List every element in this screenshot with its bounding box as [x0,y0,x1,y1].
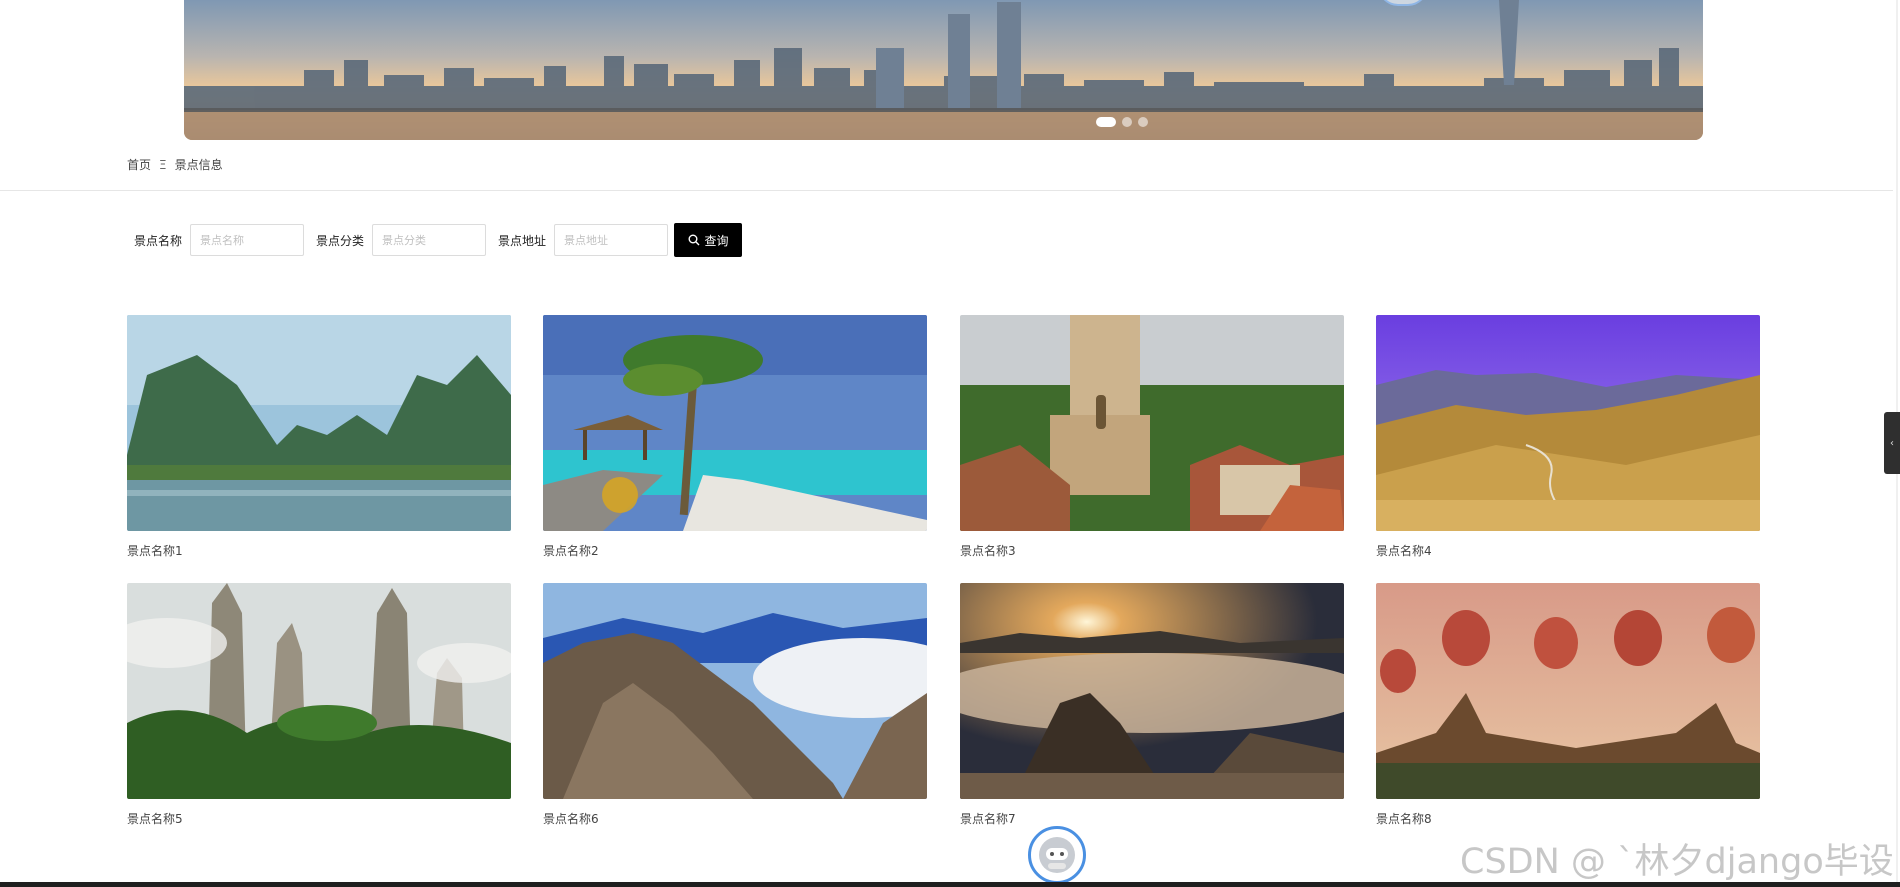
spot-name[interactable]: 景点名称1 [127,542,511,559]
breadcrumb: 首页 Ξ 景点信息 [127,156,223,173]
spot-address-label: 景点地址 [498,233,547,248]
breadcrumb-current: 景点信息 [174,158,223,172]
spot-address-input[interactable] [554,224,669,256]
spot-name[interactable]: 景点名称6 [543,810,927,827]
search-form: 景点名称 景点分类 景点地址 查询 [134,223,743,257]
carousel-dots [1096,117,1148,127]
robot-avatar-icon [1039,837,1075,873]
spot-name[interactable]: 景点名称3 [960,542,1344,559]
search-button-label: 查询 [704,233,729,248]
search-icon [688,234,700,246]
spot-name[interactable]: 景点名称2 [543,542,927,559]
spot-name-label: 景点名称 [134,233,183,248]
spot-name[interactable]: 景点名称5 [127,810,511,827]
city-skyline-image [184,0,1703,140]
spot-card[interactable]: 景点名称3 [960,315,1344,559]
spot-card[interactable]: 景点名称6 [543,583,927,827]
spot-name[interactable]: 景点名称7 [960,810,1344,827]
spot-image[interactable] [127,583,511,799]
bottom-bar [0,882,1900,887]
floating-chat-avatar[interactable] [1028,826,1086,884]
carousel-dot-1[interactable] [1096,117,1116,127]
spot-image[interactable] [1376,583,1760,799]
spot-name[interactable]: 景点名称4 [1376,542,1760,559]
spot-image[interactable] [960,315,1344,531]
spot-card[interactable]: 景点名称7 [960,583,1344,827]
watermark: CSDN @ `林夕django毕设 [1460,842,1894,882]
spot-name-input[interactable] [190,224,305,256]
chevron-left-icon: ‹ [1890,437,1894,449]
breadcrumb-separator-icon: Ξ [159,157,167,172]
spot-image[interactable] [543,315,927,531]
spot-image[interactable] [127,315,511,531]
spot-image[interactable] [1376,315,1760,531]
spot-card[interactable]: 景点名称1 [127,315,511,559]
spot-card[interactable]: 景点名称4 [1376,315,1760,559]
search-button[interactable]: 查询 [674,223,743,257]
breadcrumb-home-link[interactable]: 首页 [127,156,151,173]
spot-card[interactable]: 景点名称8 [1376,583,1760,827]
spot-name[interactable]: 景点名称8 [1376,810,1760,827]
spot-image[interactable] [960,583,1344,799]
carousel-dot-2[interactable] [1122,117,1132,127]
spot-image[interactable] [543,583,927,799]
divider [0,190,1893,191]
hero-banner[interactable] [184,0,1703,140]
spot-card[interactable]: 景点名称5 [127,583,511,827]
spot-category-input[interactable] [372,224,487,256]
spot-category-label: 景点分类 [316,233,365,248]
carousel-dot-3[interactable] [1138,117,1148,127]
side-panel-toggle[interactable]: ‹ [1884,412,1900,474]
spot-card[interactable]: 景点名称2 [543,315,927,559]
